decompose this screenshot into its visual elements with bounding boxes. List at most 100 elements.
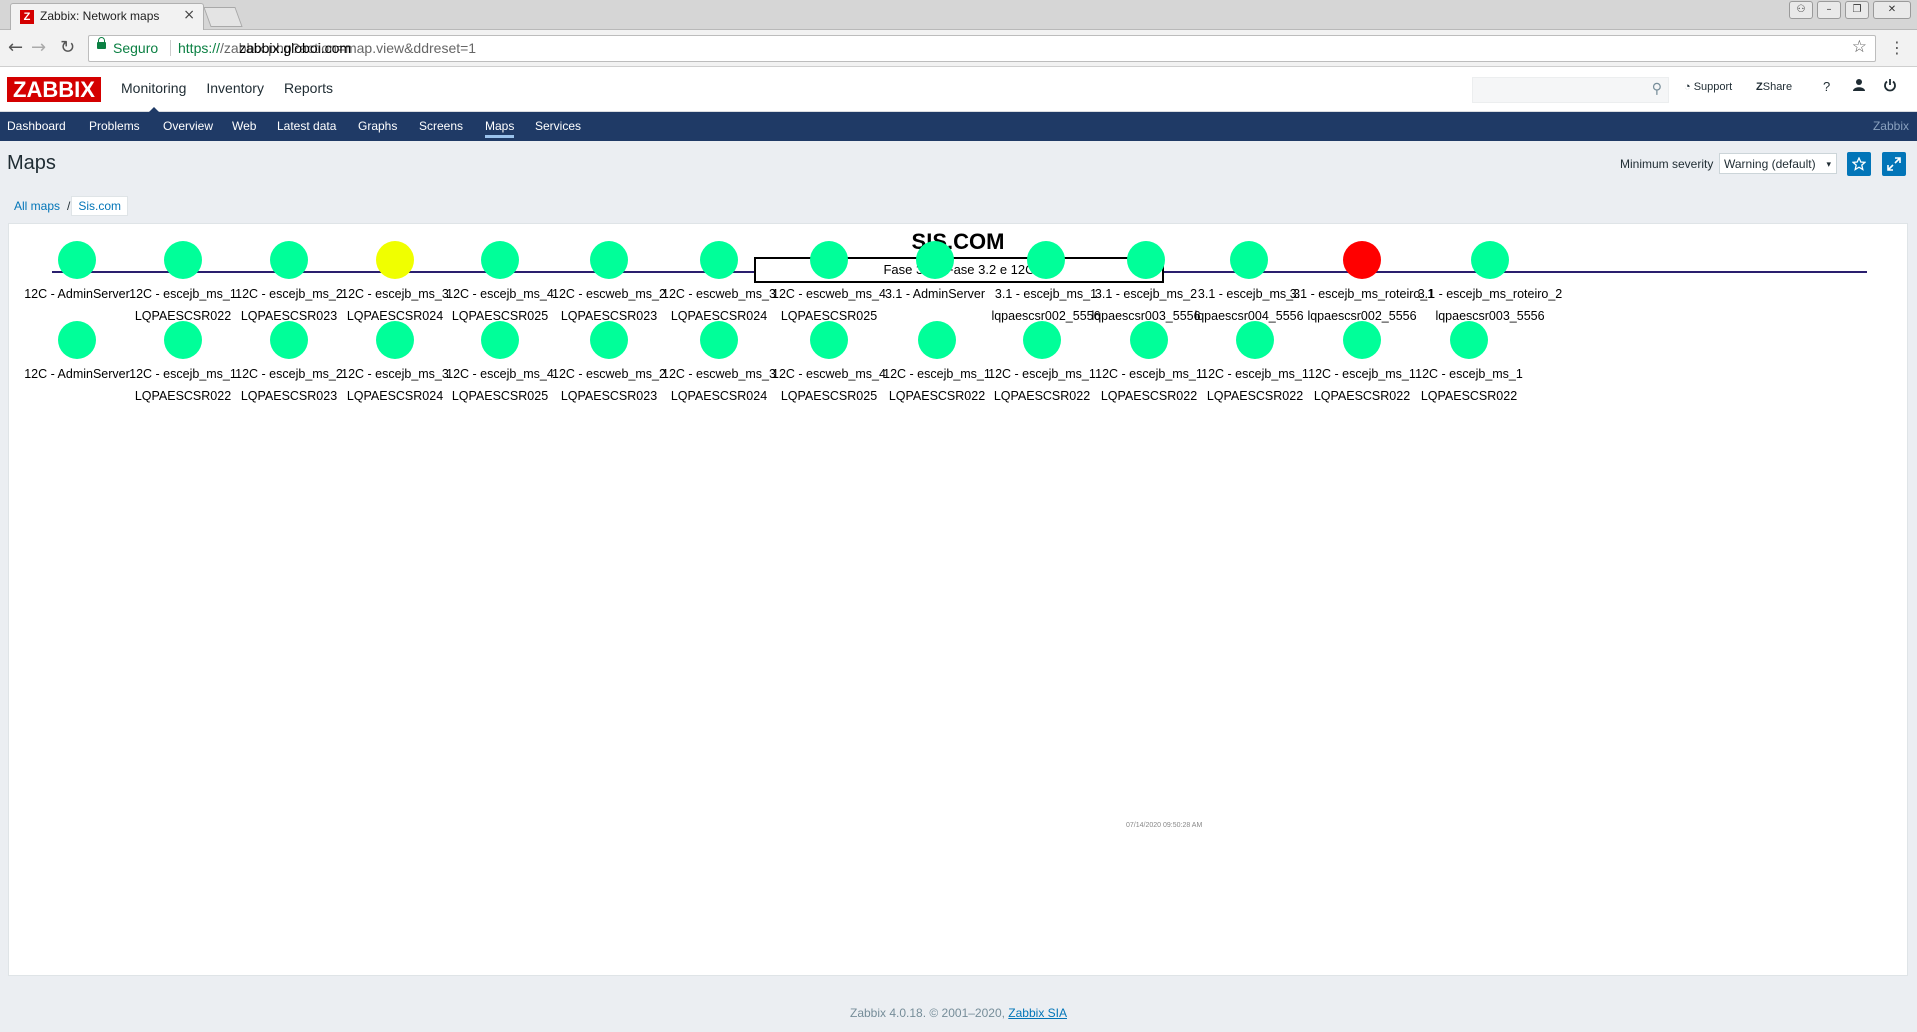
host-status-icon[interactable] bbox=[1236, 321, 1274, 359]
menu-reports[interactable]: Reports bbox=[284, 80, 333, 96]
url-text: https://zabbix.globoi.com/zabbix.php?act… bbox=[178, 40, 476, 56]
reload-icon[interactable]: ↻ bbox=[60, 37, 75, 58]
support-label: Support bbox=[1693, 81, 1733, 93]
favorite-star-button[interactable] bbox=[1847, 152, 1871, 176]
forward-icon[interactable]: → bbox=[31, 37, 46, 58]
subnav-problems[interactable]: Problems bbox=[89, 119, 140, 133]
map-host-element[interactable]: 3.1 - escejb_ms_roteiro_2 lqpaescsr003_55… bbox=[1415, 241, 1565, 327]
host-name-label: 12C - escejb_ms_1 bbox=[1415, 367, 1523, 381]
host-status-icon[interactable] bbox=[810, 241, 848, 279]
address-bar: ← → ↻ Seguro https://zabbix.globoi.com/z… bbox=[0, 30, 1917, 67]
host-status-icon[interactable] bbox=[810, 321, 848, 359]
fullscreen-button[interactable] bbox=[1882, 152, 1906, 176]
chevron-down-icon: ▾ bbox=[1826, 159, 1831, 169]
footer-text: Zabbix 4.0.18. © 2001–2020, bbox=[850, 1006, 1009, 1020]
zabbix-favicon-icon: Z bbox=[20, 10, 34, 24]
top-navigation: ZABBIX Monitoring Inventory Reports ⚲ ◔ … bbox=[0, 67, 1917, 113]
url-host: zabbix.globoi.com bbox=[239, 40, 352, 56]
host-status-icon[interactable] bbox=[1343, 321, 1381, 359]
subnav-overview[interactable]: Overview bbox=[163, 119, 213, 133]
host-status-icon[interactable] bbox=[590, 241, 628, 279]
host-status-icon[interactable] bbox=[376, 321, 414, 359]
host-status-icon[interactable] bbox=[1343, 241, 1381, 279]
browser-tabbar: Z Zabbix: Network maps × ⚇ – ❐ ✕ bbox=[0, 0, 1917, 30]
map-timestamp: 07/14/2020 09:50:28 AM bbox=[1126, 822, 1203, 829]
host-name-label: 3.1 - escejb_ms_roteiro_2 bbox=[1417, 287, 1563, 301]
url-scheme: https:// bbox=[178, 40, 221, 56]
browser-menu-icon[interactable]: ⋮ bbox=[1889, 38, 1905, 57]
url-input[interactable]: Seguro https://zabbix.globoi.com/zabbix.… bbox=[88, 35, 1876, 62]
host-status-icon[interactable] bbox=[590, 321, 628, 359]
host-status-icon[interactable] bbox=[1230, 241, 1268, 279]
maximize-icon[interactable]: ❐ bbox=[1845, 1, 1869, 19]
page-title: Maps bbox=[7, 152, 56, 174]
profile-icon[interactable]: ⚇ bbox=[1789, 1, 1813, 19]
host-status-icon[interactable] bbox=[1130, 321, 1168, 359]
severity-value: Warning (default) bbox=[1724, 157, 1816, 171]
tab-close-icon[interactable]: × bbox=[183, 7, 195, 23]
window-controls: ⚇ – ❐ ✕ bbox=[1789, 1, 1911, 19]
host-status-icon[interactable] bbox=[1471, 241, 1509, 279]
subnav-latest-data[interactable]: Latest data bbox=[277, 119, 336, 133]
share-label: Share bbox=[1762, 81, 1793, 93]
minimize-icon[interactable]: – bbox=[1817, 1, 1841, 19]
zabbix-logo[interactable]: ZABBIX bbox=[7, 77, 101, 102]
subnav-dashboard[interactable]: Dashboard bbox=[7, 119, 66, 133]
breadcrumb-current[interactable]: Sis.com bbox=[71, 195, 129, 216]
subnav-brand: Zabbix bbox=[1872, 119, 1909, 133]
menu-inventory[interactable]: Inventory bbox=[206, 80, 264, 96]
host-status-icon[interactable] bbox=[481, 241, 519, 279]
share-z-icon: Z bbox=[1756, 81, 1763, 93]
subnav-maps[interactable]: Maps bbox=[485, 119, 515, 138]
headset-icon: ◔ bbox=[1684, 81, 1694, 93]
host-status-icon[interactable] bbox=[270, 321, 308, 359]
severity-label: Minimum severity bbox=[1620, 157, 1714, 171]
secure-label: Seguro bbox=[113, 40, 159, 56]
network-map: SIS.COM Fase 3.1 - Fase 3.2 e 12C 12C - … bbox=[8, 223, 1908, 976]
host-address-label: LQPAESCSR022 bbox=[1420, 389, 1518, 403]
map-host-element[interactable]: 12C - escejb_ms_1 LQPAESCSR022 bbox=[1394, 321, 1544, 407]
subnav-web[interactable]: Web bbox=[232, 119, 256, 133]
host-status-icon[interactable] bbox=[1027, 241, 1065, 279]
subnav-screens[interactable]: Screens bbox=[419, 119, 463, 133]
main-menu: Monitoring Inventory Reports bbox=[121, 80, 353, 113]
host-status-icon[interactable] bbox=[700, 241, 738, 279]
tab-title: Zabbix: Network maps bbox=[40, 9, 160, 23]
host-status-icon[interactable] bbox=[918, 321, 956, 359]
footer: Zabbix 4.0.18. © 2001–2020, Zabbix SIA bbox=[0, 1006, 1917, 1020]
lock-icon bbox=[97, 37, 106, 49]
browser-tab[interactable]: Z Zabbix: Network maps × bbox=[10, 3, 204, 30]
menu-monitoring[interactable]: Monitoring bbox=[121, 80, 186, 113]
subnav-services[interactable]: Services bbox=[535, 119, 581, 133]
host-status-icon[interactable] bbox=[164, 241, 202, 279]
host-status-icon[interactable] bbox=[916, 241, 954, 279]
host-status-icon[interactable] bbox=[1023, 321, 1061, 359]
new-tab-button[interactable] bbox=[203, 7, 243, 27]
severity-select[interactable]: Warning (default) ▾ bbox=[1719, 153, 1837, 174]
help-icon[interactable]: ? bbox=[1823, 79, 1830, 94]
host-status-icon[interactable] bbox=[58, 241, 96, 279]
host-status-icon[interactable] bbox=[481, 321, 519, 359]
omnibox-separator bbox=[170, 40, 171, 56]
user-icon[interactable] bbox=[1852, 78, 1866, 95]
host-status-icon[interactable] bbox=[58, 321, 96, 359]
window-close-icon[interactable]: ✕ bbox=[1873, 1, 1911, 19]
bookmark-star-icon[interactable]: ☆ bbox=[1852, 37, 1867, 57]
host-status-icon[interactable] bbox=[1450, 321, 1488, 359]
sub-navigation: Dashboard Problems Overview Web Latest d… bbox=[0, 112, 1917, 141]
breadcrumb: All maps / Sis.com bbox=[8, 195, 129, 216]
power-icon[interactable] bbox=[1883, 78, 1897, 95]
host-status-icon[interactable] bbox=[1127, 241, 1165, 279]
footer-link[interactable]: Zabbix SIA bbox=[1008, 1006, 1067, 1020]
share-link[interactable]: ZShare bbox=[1756, 81, 1792, 93]
search-icon[interactable]: ⚲ bbox=[1652, 81, 1662, 97]
subnav-graphs[interactable]: Graphs bbox=[358, 119, 397, 133]
back-icon[interactable]: ← bbox=[8, 37, 23, 58]
host-status-icon[interactable] bbox=[700, 321, 738, 359]
host-status-icon[interactable] bbox=[376, 241, 414, 279]
host-status-icon[interactable] bbox=[164, 321, 202, 359]
search-input[interactable]: ⚲ bbox=[1472, 77, 1669, 103]
support-link[interactable]: ◔ Support bbox=[1684, 81, 1732, 93]
breadcrumb-all-maps[interactable]: All maps bbox=[8, 199, 66, 213]
host-status-icon[interactable] bbox=[270, 241, 308, 279]
